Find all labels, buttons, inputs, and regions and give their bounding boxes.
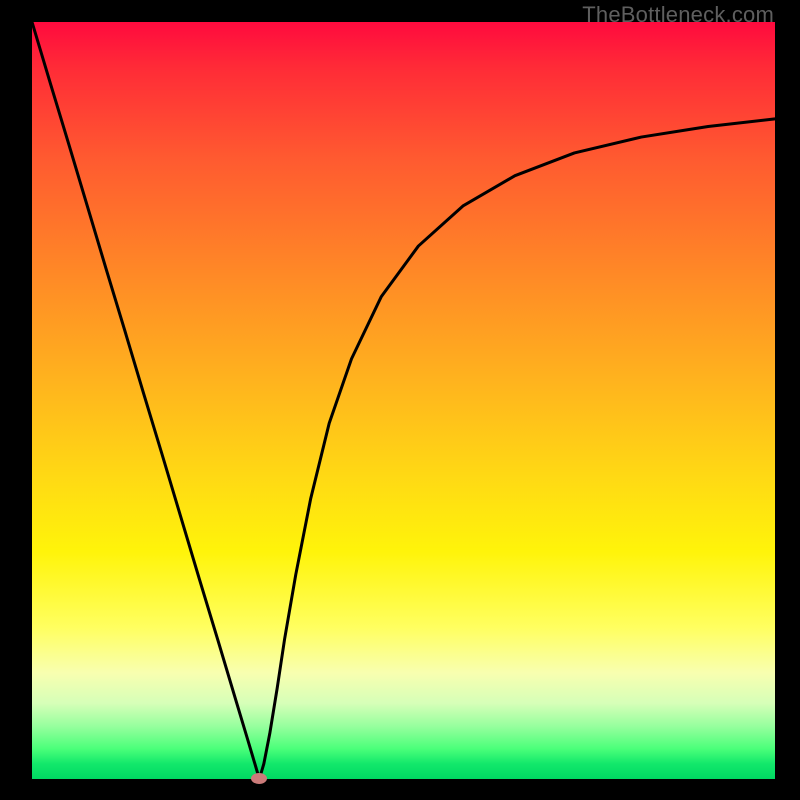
watermark-text: TheBottleneck.com bbox=[582, 2, 774, 28]
chart-frame: TheBottleneck.com bbox=[0, 0, 800, 800]
plot-area bbox=[32, 22, 775, 779]
bottleneck-curve bbox=[32, 22, 775, 779]
minimum-marker bbox=[251, 773, 267, 784]
